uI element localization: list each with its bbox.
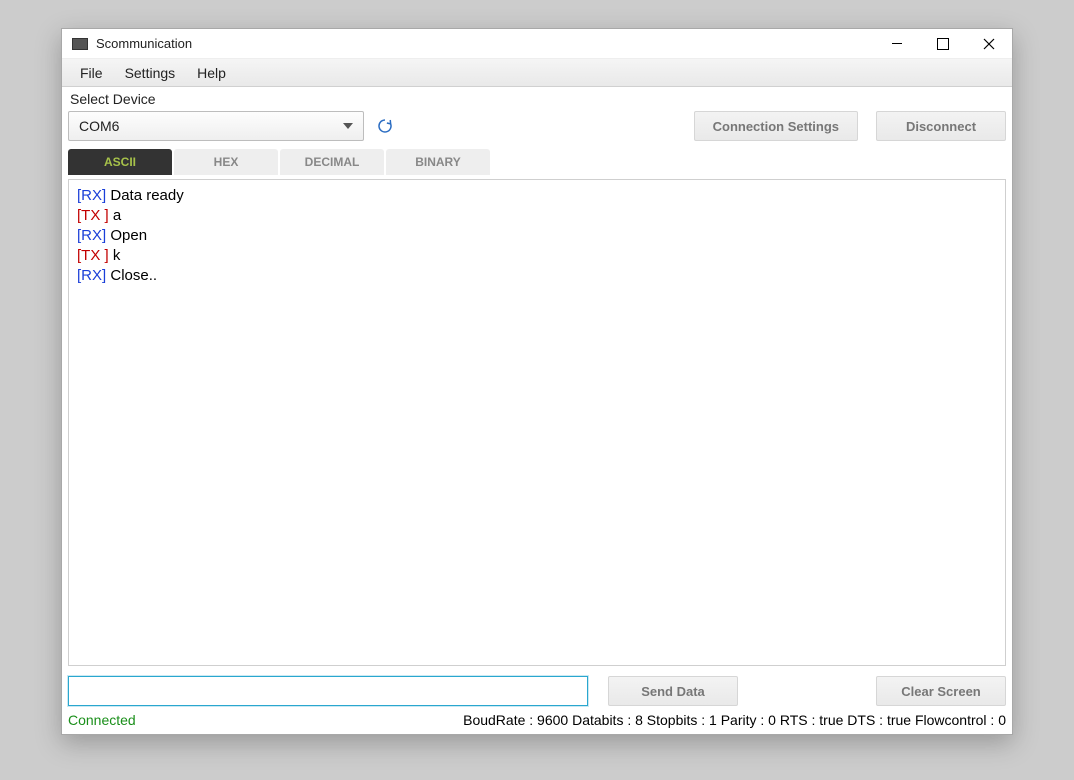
disconnect-button[interactable]: Disconnect: [876, 111, 1006, 141]
rx-tag: [RX]: [77, 267, 106, 284]
chevron-down-icon: [343, 123, 353, 129]
close-button[interactable]: [966, 29, 1012, 58]
window-title: Scommunication: [96, 36, 192, 51]
format-tabs: ASCII HEX DECIMAL BINARY: [62, 149, 1012, 175]
device-select-value: COM6: [79, 118, 119, 134]
tab-decimal[interactable]: DECIMAL: [280, 149, 384, 175]
device-row: COM6 Connection Settings Disconnect: [68, 111, 1006, 141]
app-window: Scommunication File Settings Help Select…: [61, 28, 1013, 735]
refresh-button[interactable]: [376, 117, 394, 135]
refresh-icon: [376, 117, 394, 135]
titlebar: Scommunication: [62, 29, 1012, 59]
terminal-line: [TX ] a: [77, 206, 997, 226]
tx-tag: [TX ]: [77, 207, 109, 224]
terminal-output[interactable]: [RX] Data ready [TX ] a [RX] Open [TX ] …: [68, 179, 1006, 666]
tab-binary[interactable]: BINARY: [386, 149, 490, 175]
rx-tag: [RX]: [77, 187, 106, 204]
select-device-label: Select Device: [68, 89, 1006, 111]
maximize-button[interactable]: [920, 29, 966, 58]
tab-hex[interactable]: HEX: [174, 149, 278, 175]
tx-tag: [TX ]: [77, 247, 109, 264]
device-select[interactable]: COM6: [68, 111, 364, 141]
clear-screen-button[interactable]: Clear Screen: [876, 676, 1006, 706]
window-controls: [874, 29, 1012, 58]
connection-settings-button[interactable]: Connection Settings: [694, 111, 858, 141]
menu-help[interactable]: Help: [197, 65, 226, 81]
menubar: File Settings Help: [62, 59, 1012, 87]
minimize-button[interactable]: [874, 29, 920, 58]
status-bar: Connected BoudRate : 9600 Databits : 8 S…: [62, 710, 1012, 734]
status-connected: Connected: [68, 712, 136, 728]
status-info: BoudRate : 9600 Databits : 8 Stopbits : …: [463, 712, 1006, 728]
terminal-line: [RX] Close..: [77, 266, 997, 286]
send-input[interactable]: [68, 676, 588, 706]
tab-ascii[interactable]: ASCII: [68, 149, 172, 175]
send-data-button[interactable]: Send Data: [608, 676, 738, 706]
send-row: Send Data Clear Screen: [62, 674, 1012, 710]
terminal-line: [RX] Data ready: [77, 186, 997, 206]
terminal-line: [RX] Open: [77, 226, 997, 246]
app-icon: [72, 38, 88, 50]
rx-tag: [RX]: [77, 227, 106, 244]
menu-file[interactable]: File: [80, 65, 103, 81]
terminal-line: [TX ] k: [77, 246, 997, 266]
menu-settings[interactable]: Settings: [125, 65, 176, 81]
device-section: Select Device COM6 Connection Settings D…: [62, 87, 1012, 149]
close-icon: [983, 38, 995, 50]
